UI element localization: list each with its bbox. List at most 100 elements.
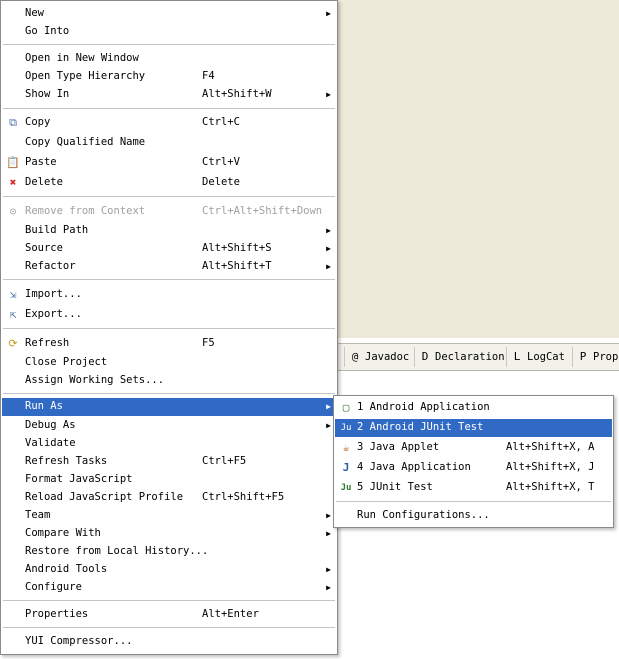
menu-item-source[interactable]: Source Alt+Shift+S ▶ bbox=[2, 240, 336, 258]
menu-item-label: Assign Working Sets... bbox=[25, 374, 165, 386]
tab-label: LogCat bbox=[527, 351, 565, 363]
submenu-item-label: 4 Java Application bbox=[357, 461, 471, 473]
tab-declaration[interactable]: D Declaration bbox=[414, 347, 509, 367]
context-menu: New ▶ Go Into Open in New Window Open Ty… bbox=[0, 0, 338, 655]
menu-item-properties[interactable]: Properties Alt+Enter bbox=[2, 606, 336, 624]
menu-item-refresh[interactable]: ⟳ Refresh F5 bbox=[2, 335, 336, 353]
submenu-item-junit-test[interactable]: Ju 5 JUnit Test Alt+Shift+X, T bbox=[335, 479, 612, 497]
android-junit-icon: Ju bbox=[340, 423, 352, 433]
menu-item-assign-working-sets[interactable]: Assign Working Sets... bbox=[2, 372, 336, 390]
submenu-item-run-configurations[interactable]: Run Configurations... bbox=[335, 507, 612, 525]
copy-icon: ⧉ bbox=[9, 116, 17, 129]
menu-item-new[interactable]: New ▶ bbox=[2, 5, 336, 23]
menu-item-export[interactable]: ⇱ Export... bbox=[2, 306, 336, 324]
menu-item-run-as[interactable]: Run As ▶ bbox=[2, 398, 336, 416]
android-application-icon: ▢ bbox=[342, 401, 350, 414]
menu-item-label: New bbox=[25, 7, 44, 19]
menu-item-label: Open in New Window bbox=[25, 52, 139, 64]
menu-item-reload-javascript-profile[interactable]: Reload JavaScript Profile Ctrl+Shift+F5 bbox=[2, 489, 336, 507]
menu-item-label: Remove from Context bbox=[25, 205, 146, 217]
tab-label: Declaration bbox=[435, 351, 505, 363]
menu-item-label: Export... bbox=[25, 308, 82, 320]
menu-item-label: Delete bbox=[25, 176, 63, 188]
menu-item-yui-compressor[interactable]: YUI Compressor... bbox=[2, 633, 336, 651]
submenu-item-shortcut: Alt+Shift+X, J bbox=[506, 461, 595, 473]
menu-item-restore-from-local-history[interactable]: Restore from Local History... bbox=[2, 543, 336, 561]
refresh-icon: ⟳ bbox=[8, 337, 18, 350]
tab-label: Javadoc bbox=[365, 351, 410, 363]
submenu-item-android-junit-test[interactable]: Ju 2 Android JUnit Test bbox=[335, 419, 612, 437]
submenu-arrow-icon: ▶ bbox=[326, 226, 331, 235]
menu-item-configure[interactable]: Configure ▶ bbox=[2, 579, 336, 597]
menu-item-copy[interactable]: ⧉ Copy Ctrl+C bbox=[2, 114, 336, 132]
menu-item-label: YUI Compressor... bbox=[25, 635, 133, 647]
menu-item-android-tools[interactable]: Android Tools ▶ bbox=[2, 561, 336, 579]
tab-logcat[interactable]: L LogCat bbox=[506, 347, 569, 367]
properties-icon: P bbox=[579, 350, 587, 363]
menu-item-refactor[interactable]: Refactor Alt+Shift+T ▶ bbox=[2, 258, 336, 276]
menu-item-refresh-tasks[interactable]: Refresh Tasks Ctrl+F5 bbox=[2, 453, 336, 471]
menu-item-shortcut: Ctrl+Shift+F5 bbox=[202, 491, 285, 503]
submenu-item-java-applet[interactable]: ☕ 3 Java Applet Alt+Shift+X, A bbox=[335, 439, 612, 457]
menu-separator bbox=[3, 44, 335, 45]
menu-item-open-type-hierarchy[interactable]: Open Type Hierarchy F4 bbox=[2, 68, 336, 86]
submenu-arrow-icon: ▶ bbox=[326, 565, 331, 574]
menu-item-import[interactable]: ⇲ Import... bbox=[2, 286, 336, 304]
submenu-arrow-icon: ▶ bbox=[326, 262, 331, 271]
submenu-item-java-application[interactable]: J 4 Java Application Alt+Shift+X, J bbox=[335, 459, 612, 477]
remove-context-icon: ⊝ bbox=[9, 205, 17, 218]
menu-separator bbox=[336, 501, 611, 502]
menu-item-shortcut: Alt+Shift+T bbox=[202, 260, 272, 272]
menu-item-paste[interactable]: 📋 Paste Ctrl+V bbox=[2, 154, 336, 172]
submenu-item-shortcut: Alt+Shift+X, T bbox=[506, 481, 595, 493]
menu-item-label: Validate bbox=[25, 437, 76, 449]
menu-item-validate[interactable]: Validate bbox=[2, 435, 336, 453]
menu-item-copy-qualified-name[interactable]: Copy Qualified Name bbox=[2, 134, 336, 152]
menu-item-shortcut: F5 bbox=[202, 337, 215, 349]
menu-item-label: Go Into bbox=[25, 25, 70, 37]
submenu-arrow-icon: ▶ bbox=[326, 529, 331, 538]
menu-item-delete[interactable]: ✖ Delete Delete bbox=[2, 174, 336, 192]
submenu-item-label: 3 Java Applet bbox=[357, 441, 440, 453]
menu-item-shortcut: F4 bbox=[202, 70, 215, 82]
delete-icon: ✖ bbox=[9, 176, 17, 189]
menu-item-remove-from-context: ⊝ Remove from Context Ctrl+Alt+Shift+Dow… bbox=[2, 203, 336, 221]
menu-item-shortcut: Ctrl+V bbox=[202, 156, 240, 168]
menu-item-build-path[interactable]: Build Path ▶ bbox=[2, 222, 336, 240]
menu-item-team[interactable]: Team ▶ bbox=[2, 507, 336, 525]
menu-item-label: Properties bbox=[25, 608, 89, 620]
menu-item-shortcut: Delete bbox=[202, 176, 240, 188]
tab-label: Prop bbox=[593, 351, 619, 363]
menu-item-shortcut: Alt+Enter bbox=[202, 608, 259, 620]
paste-icon: 📋 bbox=[6, 156, 20, 169]
menu-item-shortcut: Alt+Shift+W bbox=[202, 88, 272, 100]
menu-item-show-in[interactable]: Show In Alt+Shift+W ▶ bbox=[2, 86, 336, 104]
menu-item-label: Close Project bbox=[25, 356, 108, 368]
menu-item-format-javascript[interactable]: Format JavaScript bbox=[2, 471, 336, 489]
menu-item-label: Debug As bbox=[25, 419, 76, 431]
menu-item-shortcut: Alt+Shift+S bbox=[202, 242, 272, 254]
tab-javadoc[interactable]: @ Javadoc bbox=[344, 347, 413, 367]
menu-item-go-into[interactable]: Go Into bbox=[2, 23, 336, 41]
junit-icon: Ju bbox=[340, 483, 352, 493]
menu-item-shortcut: Ctrl+F5 bbox=[202, 455, 247, 467]
submenu-item-android-application[interactable]: ▢ 1 Android Application bbox=[335, 399, 612, 417]
submenu-arrow-icon: ▶ bbox=[326, 9, 331, 18]
declaration-icon: D bbox=[421, 350, 429, 363]
menu-item-label: Run As bbox=[25, 400, 63, 412]
menu-item-open-in-new-window[interactable]: Open in New Window bbox=[2, 50, 336, 68]
menu-item-close-project[interactable]: Close Project bbox=[2, 354, 336, 372]
java-application-icon: J bbox=[342, 461, 350, 474]
submenu-arrow-icon: ▶ bbox=[326, 421, 331, 430]
menu-item-shortcut: Ctrl+C bbox=[202, 116, 240, 128]
submenu-arrow-icon: ▶ bbox=[326, 402, 331, 411]
tab-properties[interactable]: P Prop bbox=[572, 347, 619, 367]
menu-item-compare-with[interactable]: Compare With ▶ bbox=[2, 525, 336, 543]
menu-item-label: Copy Qualified Name bbox=[25, 136, 146, 148]
menu-item-debug-as[interactable]: Debug As ▶ bbox=[2, 417, 336, 435]
view-tab-bar: @ Javadoc D Declaration L LogCat P Prop bbox=[336, 343, 619, 371]
menu-item-label: Configure bbox=[25, 581, 82, 593]
menu-item-label: Source bbox=[25, 242, 63, 254]
submenu-arrow-icon: ▶ bbox=[326, 244, 331, 253]
logcat-icon: L bbox=[513, 350, 521, 363]
